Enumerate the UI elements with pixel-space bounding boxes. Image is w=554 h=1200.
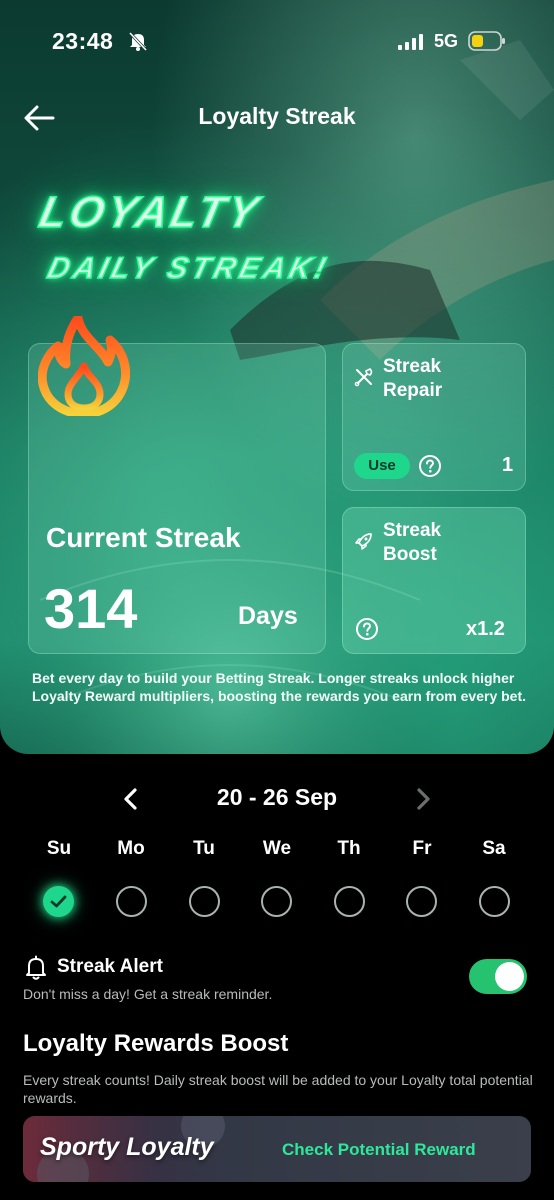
day-label-su: Su <box>46 838 72 859</box>
current-streak-label: Current Streak <box>46 522 241 553</box>
streak-repair-title-line2: Repair <box>383 380 443 401</box>
day-status-tu[interactable] <box>189 886 220 917</box>
day-status-we[interactable] <box>261 886 292 917</box>
chevron-right-icon[interactable] <box>412 786 434 812</box>
day-status-su[interactable] <box>43 886 74 917</box>
hero-description: Bet every day to build your Betting Stre… <box>32 670 527 704</box>
streak-boost-title-line2: Boost <box>383 544 437 565</box>
wrench-screwdriver-icon <box>354 368 373 387</box>
checkmark-icon <box>50 895 67 908</box>
day-label-sa: Sa <box>482 838 506 859</box>
streak-boost-multiplier: x1.2 <box>466 618 505 640</box>
day-label-th: Th <box>337 838 361 859</box>
bell-slash-icon <box>128 31 148 52</box>
fire-icon <box>38 316 130 416</box>
streak-repair-count: 1 <box>502 454 514 476</box>
help-icon[interactable] <box>418 454 442 478</box>
streak-boost-title-line1: Streak <box>383 520 442 541</box>
streak-repair-title: Streak Repair <box>383 355 442 403</box>
rewards-boost-description: Every streak counts! Daily streak boost … <box>23 1072 533 1106</box>
banner-subtitle: Daily Streak! <box>43 251 334 286</box>
rewards-boost-heading: Loyalty Rewards Boost <box>23 1030 289 1057</box>
use-repair-button[interactable]: Use <box>354 453 410 479</box>
current-streak-unit: Days <box>238 602 298 630</box>
network-type: 5G <box>434 31 459 51</box>
help-icon[interactable] <box>355 617 379 641</box>
streak-alert-subtitle: Don't miss a day! Get a streak reminder. <box>23 986 273 1002</box>
week-range: 20 - 26 Sep <box>216 784 338 810</box>
streak-alert-toggle[interactable] <box>469 959 527 994</box>
current-streak-value: 314 <box>44 577 138 640</box>
streak-repair-title-line1: Streak <box>383 356 442 377</box>
day-label-tu: Tu <box>193 838 215 859</box>
day-status-fr[interactable] <box>406 886 437 917</box>
day-label-we: We <box>262 838 292 859</box>
signal-icon <box>398 34 423 50</box>
sporty-loyalty-banner[interactable]: Sporty Loyalty Check Potential Reward <box>23 1116 531 1182</box>
streak-alert-title: Streak Alert <box>57 956 163 977</box>
promo-brand: Sporty Loyalty <box>40 1133 214 1161</box>
streak-boost-title: Streak Boost <box>383 519 441 567</box>
status-time: 23:48 <box>52 28 114 54</box>
check-potential-reward-link[interactable]: Check Potential Reward <box>282 1140 476 1160</box>
page-title: Loyalty Streak <box>198 103 356 129</box>
day-status-th[interactable] <box>334 886 365 917</box>
banner-title: Loyalty <box>34 187 266 238</box>
bell-icon <box>26 955 46 980</box>
day-label-mo: Mo <box>117 838 145 859</box>
rocket-icon <box>355 533 372 550</box>
day-status-sa[interactable] <box>479 886 510 917</box>
battery-icon <box>468 31 505 51</box>
day-status-mo[interactable] <box>116 886 147 917</box>
toggle-knob <box>495 962 524 991</box>
day-label-fr: Fr <box>412 838 432 859</box>
